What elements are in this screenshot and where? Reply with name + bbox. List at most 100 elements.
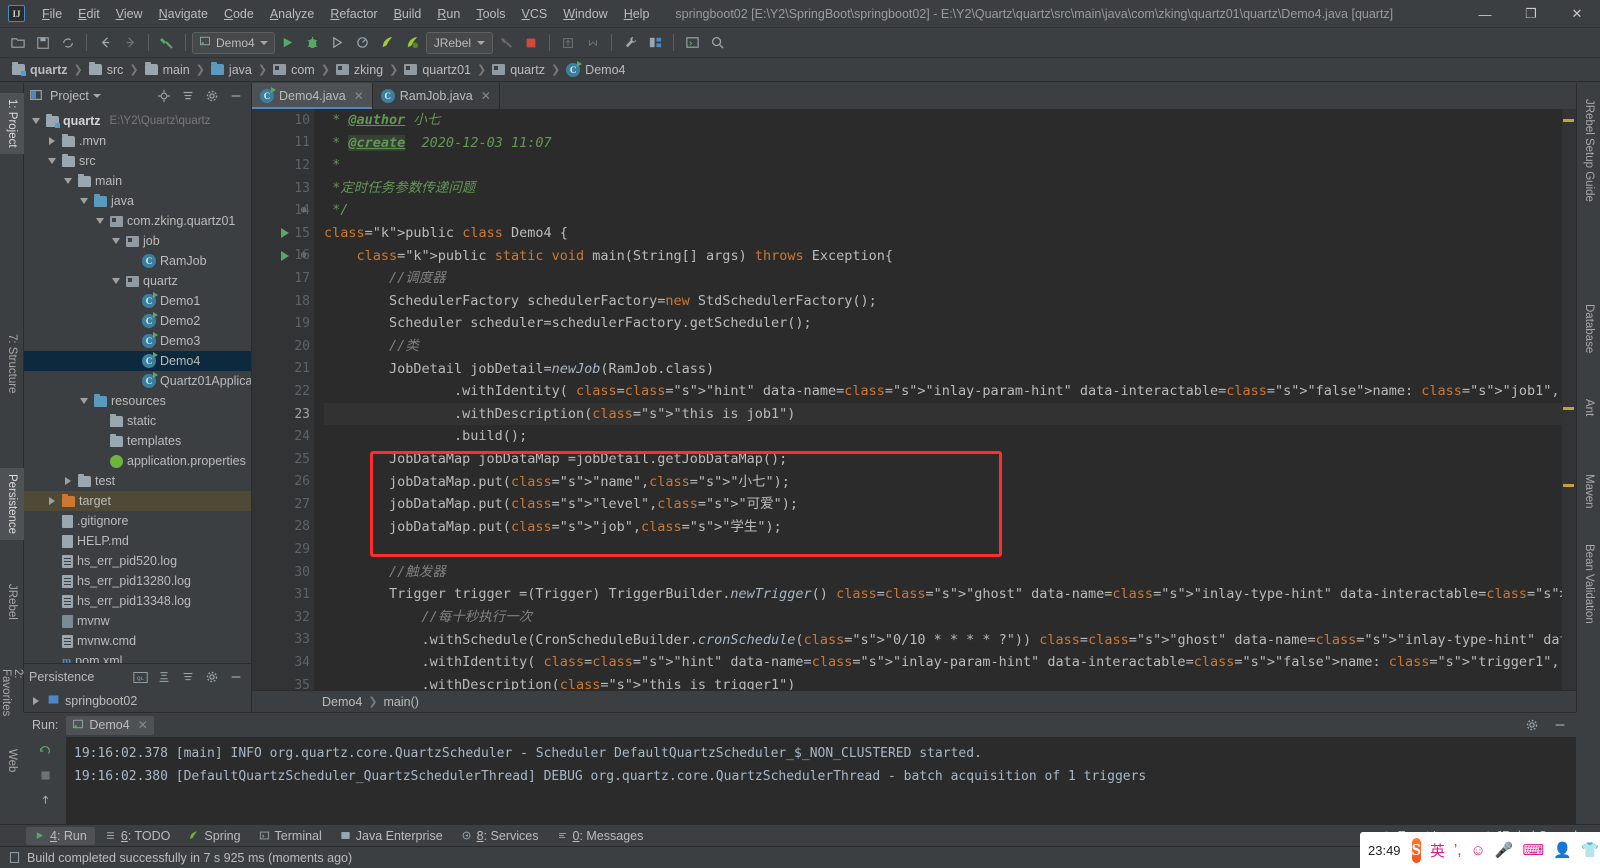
stop-icon[interactable] bbox=[519, 31, 543, 55]
twisty-icon[interactable] bbox=[62, 175, 74, 187]
maximize-button[interactable]: ❐ bbox=[1508, 0, 1554, 28]
run-gutter-icon[interactable] bbox=[278, 245, 292, 268]
gutter-line-31[interactable]: 31 bbox=[252, 583, 314, 606]
settings-wrench-icon[interactable] bbox=[618, 31, 642, 55]
code-line-28[interactable]: jobDataMap.put(class="s">"job",class="s"… bbox=[324, 516, 1562, 539]
twisty-icon[interactable] bbox=[46, 535, 58, 547]
comma-icon[interactable]: ʼ, bbox=[1454, 842, 1462, 859]
tree-node-static[interactable]: static bbox=[24, 411, 251, 431]
twisty-icon[interactable] bbox=[126, 335, 138, 347]
twisty-icon[interactable] bbox=[94, 435, 106, 447]
tree-node-hs_err_pid13348-log[interactable]: hs_err_pid13348.log bbox=[24, 591, 251, 611]
gutter-line-10[interactable]: 10 bbox=[252, 109, 314, 132]
gutter-line-32[interactable]: 32 bbox=[252, 606, 314, 629]
tree-node-demo2[interactable]: C Demo2 bbox=[24, 311, 251, 331]
scroll-up-icon[interactable] bbox=[35, 789, 55, 809]
stop-icon[interactable] bbox=[35, 765, 55, 785]
rail-jrebel[interactable]: JRebel bbox=[0, 578, 24, 626]
code-line-20[interactable]: //类 bbox=[324, 335, 1562, 358]
gutter-line-17[interactable]: 17 bbox=[252, 267, 314, 290]
forward-arrow-icon[interactable] bbox=[118, 31, 142, 55]
tree-node-quartz[interactable]: quartz bbox=[24, 271, 251, 291]
jrebel-selector[interactable]: JRebel bbox=[425, 31, 494, 54]
tree-node-hs_err_pid13280-log[interactable]: hs_err_pid13280.log bbox=[24, 571, 251, 591]
tree-node-demo1[interactable]: C Demo1 bbox=[24, 291, 251, 311]
code-line-21[interactable]: JobDetail jobDetail=newJob(RamJob.class) bbox=[324, 358, 1562, 381]
tool-window-4-run[interactable]: 4: Run bbox=[26, 826, 95, 845]
ql-console-icon[interactable]: QL bbox=[130, 667, 150, 687]
code-line-15[interactable]: class="k">public class Demo4 { bbox=[324, 222, 1562, 245]
code-line-12[interactable]: * bbox=[324, 154, 1562, 177]
open-folder-icon[interactable] bbox=[6, 31, 30, 55]
twisty-icon[interactable] bbox=[78, 395, 90, 407]
code-line-23[interactable]: .withDescription(class="s">"this is job1… bbox=[324, 402, 1562, 426]
breadcrumb-item-main[interactable]: main bbox=[141, 61, 194, 79]
breadcrumb-item-quartz[interactable]: quartz bbox=[488, 61, 549, 79]
run-configuration-selector[interactable]: Demo4 bbox=[192, 31, 275, 54]
menu-navigate[interactable]: Navigate bbox=[151, 3, 216, 25]
sogou-logo-icon[interactable]: S bbox=[1411, 837, 1422, 863]
gutter-line-29[interactable]: 29 bbox=[252, 538, 314, 561]
breadcrumb-item-src[interactable]: src bbox=[85, 61, 128, 79]
code-line-11[interactable]: * @create 2020-12-03 11:07 bbox=[324, 132, 1562, 155]
code-line-29[interactable] bbox=[324, 538, 1562, 561]
user-icon[interactable]: 👤 bbox=[1553, 841, 1572, 859]
twisty-icon[interactable] bbox=[78, 195, 90, 207]
breadcrumb-item-quartz01[interactable]: quartz01 bbox=[400, 61, 475, 79]
tool-window-8-services[interactable]: 8: Services bbox=[453, 827, 547, 845]
gutter-line-35[interactable]: 35 bbox=[252, 674, 314, 690]
menu-run[interactable]: Run bbox=[429, 3, 468, 25]
expand-all-icon[interactable] bbox=[154, 667, 174, 687]
rail-web[interactable]: Web bbox=[0, 743, 24, 778]
menu-vcs[interactable]: VCS bbox=[514, 3, 556, 25]
tree-node--mvn[interactable]: .mvn bbox=[24, 131, 251, 151]
persistence-item[interactable]: springboot02 bbox=[24, 690, 251, 712]
smiley-icon[interactable]: ☺ bbox=[1471, 842, 1486, 859]
debug-icon[interactable] bbox=[301, 31, 325, 55]
rail-ant[interactable]: Ant bbox=[1577, 393, 1600, 422]
locate-icon[interactable] bbox=[154, 86, 174, 106]
gutter-line-30[interactable]: 30 bbox=[252, 561, 314, 584]
twisty-icon[interactable] bbox=[30, 115, 42, 127]
tool-window-spring[interactable]: Spring bbox=[180, 827, 248, 845]
tree-node-application-properties[interactable]: application.properties bbox=[24, 451, 251, 471]
menu-view[interactable]: View bbox=[108, 3, 151, 25]
gutter-line-26[interactable]: 26 bbox=[252, 471, 314, 494]
rollback-icon[interactable] bbox=[581, 31, 605, 55]
gutter-line-22[interactable]: 22 bbox=[252, 380, 314, 403]
rail-7-structure[interactable]: 7: Structure bbox=[0, 328, 24, 399]
tree-node-pom-xml[interactable]: m pom.xml bbox=[24, 651, 251, 663]
code-line-22[interactable]: .withIdentity( class=class="s">"hint" da… bbox=[324, 380, 1562, 403]
twisty-icon[interactable] bbox=[46, 155, 58, 167]
project-structure-icon[interactable] bbox=[643, 31, 667, 55]
tree-node-mvnw-cmd[interactable]: mvnw.cmd bbox=[24, 631, 251, 651]
terminal-icon[interactable] bbox=[680, 31, 704, 55]
gutter-line-25[interactable]: 25 bbox=[252, 448, 314, 471]
settings-gear-icon[interactable] bbox=[202, 667, 222, 687]
gutter-line-19[interactable]: 19 bbox=[252, 312, 314, 335]
code-line-32[interactable]: //每十秒执行一次 bbox=[324, 606, 1562, 629]
twisty-icon[interactable] bbox=[46, 135, 58, 147]
gutter-line-27[interactable]: 27 bbox=[252, 493, 314, 516]
twisty-icon[interactable] bbox=[94, 215, 106, 227]
settings-gear-icon[interactable] bbox=[202, 86, 222, 106]
settings-gear-icon[interactable] bbox=[1522, 715, 1542, 735]
twisty-icon[interactable] bbox=[62, 475, 74, 487]
tree-node-help-md[interactable]: HELP.md bbox=[24, 531, 251, 551]
code-line-26[interactable]: jobDataMap.put(class="s">"name",class="s… bbox=[324, 471, 1562, 494]
tree-node-demo4[interactable]: C Demo4 bbox=[24, 351, 251, 371]
twisty-icon[interactable] bbox=[126, 375, 138, 387]
run-tab[interactable]: Demo4 ✕ bbox=[66, 715, 154, 735]
code-line-17[interactable]: //调度器 bbox=[324, 267, 1562, 290]
fold-end-icon[interactable]: ⊕ bbox=[297, 199, 310, 222]
menu-file[interactable]: File bbox=[34, 3, 70, 25]
gutter-line-12[interactable]: 12 bbox=[252, 154, 314, 177]
collapse-all-icon[interactable] bbox=[178, 86, 198, 106]
close-icon[interactable]: ✕ bbox=[481, 89, 491, 103]
collapse-all-icon[interactable] bbox=[178, 667, 198, 687]
gutter-line-28[interactable]: 28 bbox=[252, 516, 314, 539]
code-line-16[interactable]: class="k">public static void main(String… bbox=[324, 245, 1562, 268]
error-stripe[interactable] bbox=[1562, 109, 1576, 690]
gutter-line-20[interactable]: 20 bbox=[252, 335, 314, 358]
code-line-25[interactable]: JobDataMap jobDataMap =jobDetail.getJobD… bbox=[324, 448, 1562, 471]
